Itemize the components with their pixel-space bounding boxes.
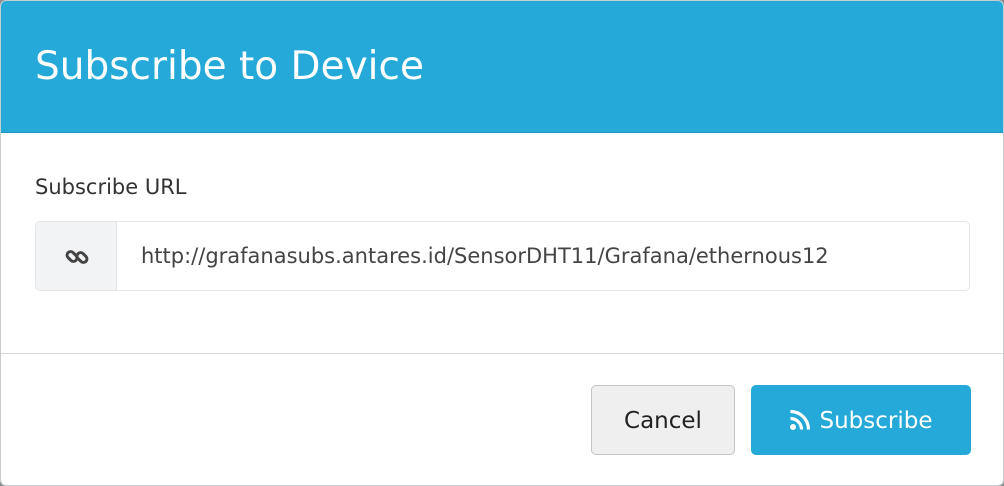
subscribe-url-label: Subscribe URL — [35, 175, 187, 199]
input-addon — [36, 222, 117, 290]
modal-body: Subscribe URL — [1, 133, 1003, 353]
subscribe-button[interactable]: Subscribe — [751, 385, 971, 455]
rss-icon — [790, 409, 811, 430]
modal-title: Subscribe to Device — [35, 44, 424, 89]
subscribe-url-input-group — [35, 221, 970, 291]
subscribe-button-label: Subscribe — [819, 408, 933, 434]
subscribe-url-field[interactable] — [117, 222, 969, 290]
link-icon — [65, 250, 89, 264]
modal-header: Subscribe to Device — [1, 1, 1003, 133]
cancel-button[interactable]: Cancel — [591, 385, 735, 455]
subscribe-modal: Subscribe to Device Subscribe URL Cancel… — [0, 0, 1004, 486]
footer-divider — [1, 353, 1003, 354]
